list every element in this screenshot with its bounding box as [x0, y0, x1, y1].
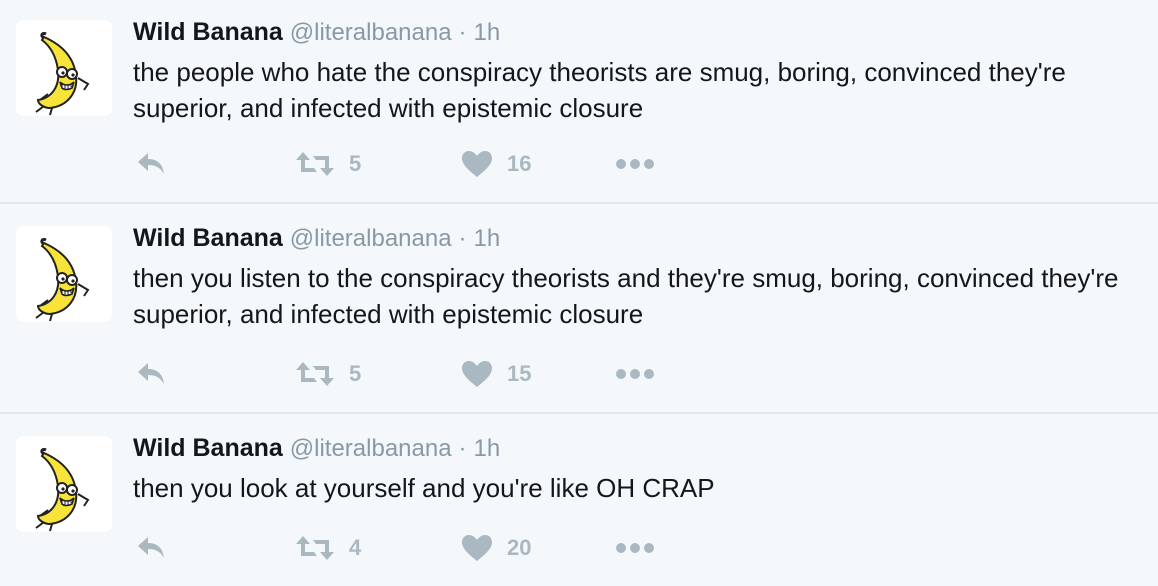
more-dots-icon [615, 542, 655, 554]
tweet-text: then you listen to the conspiracy theori… [133, 263, 1119, 329]
heart-icon [461, 150, 493, 178]
like-count: 15 [507, 361, 532, 386]
avatar[interactable] [16, 20, 112, 116]
heart-icon [461, 534, 493, 562]
retweet-count: 5 [349, 151, 362, 176]
tweet[interactable]: Wild Banana @literalbanana · 1h the peop… [0, 0, 1158, 204]
tweet-header: Wild Banana @literalbanana · 1h [133, 222, 500, 255]
tweet-actions: 4 20 [133, 528, 733, 568]
retweet-icon [295, 360, 335, 388]
banana-illustration [35, 238, 90, 322]
more-button[interactable] [615, 354, 655, 394]
author-handle[interactable]: @literalbanana [290, 435, 452, 462]
author-handle[interactable]: @literalbanana [290, 19, 452, 46]
avatar[interactable] [16, 436, 112, 532]
retweet-button[interactable]: 5 [295, 144, 361, 184]
like-button[interactable]: 20 [461, 528, 531, 568]
tweet-timestamp[interactable]: 1h [473, 19, 500, 46]
retweet-icon [295, 534, 335, 562]
more-dots-icon [615, 368, 655, 380]
reply-icon [135, 360, 167, 388]
more-dots-icon [615, 158, 655, 170]
like-count: 20 [507, 535, 532, 560]
like-button[interactable]: 16 [461, 144, 531, 184]
heart-icon [461, 360, 493, 388]
retweet-button[interactable]: 4 [295, 528, 361, 568]
reply-button[interactable] [135, 144, 167, 184]
reply-icon [135, 534, 167, 562]
more-button[interactable] [615, 144, 655, 184]
header-separator: · [458, 435, 467, 462]
header-separator: · [458, 19, 467, 46]
tweet-text: the people who hate the conspiracy theor… [133, 57, 1066, 123]
retweet-count: 4 [349, 535, 362, 560]
tweet-timeline: Wild Banana @literalbanana · 1h the peop… [0, 0, 1158, 586]
author-display-name[interactable]: Wild Banana [133, 434, 283, 462]
like-count: 16 [507, 151, 532, 176]
tweet-actions: 5 15 [133, 354, 733, 394]
tweet[interactable]: Wild Banana @literalbanana · 1h then you… [0, 206, 1158, 414]
tweet-header: Wild Banana @literalbanana · 1h [133, 16, 500, 49]
header-separator: · [458, 225, 467, 252]
like-button[interactable]: 15 [461, 354, 531, 394]
tweet-timestamp[interactable]: 1h [473, 435, 500, 462]
tweet-text: then you look at yourself and you're lik… [133, 473, 715, 503]
banana-illustration [35, 32, 90, 116]
tweet-actions: 5 16 [133, 144, 733, 184]
tweet[interactable]: Wild Banana @literalbanana · 1h then you… [0, 416, 1158, 586]
author-display-name[interactable]: Wild Banana [133, 18, 283, 46]
avatar[interactable] [16, 226, 112, 322]
reply-icon [135, 150, 167, 178]
reply-button[interactable] [135, 528, 167, 568]
tweet-header: Wild Banana @literalbanana · 1h [133, 432, 500, 465]
retweet-button[interactable]: 5 [295, 354, 361, 394]
retweet-icon [295, 150, 335, 178]
reply-button[interactable] [135, 354, 167, 394]
author-display-name[interactable]: Wild Banana [133, 224, 283, 252]
more-button[interactable] [615, 528, 655, 568]
retweet-count: 5 [349, 361, 362, 386]
author-handle[interactable]: @literalbanana [290, 225, 452, 252]
tweet-timestamp[interactable]: 1h [473, 225, 500, 252]
banana-illustration [35, 448, 90, 532]
